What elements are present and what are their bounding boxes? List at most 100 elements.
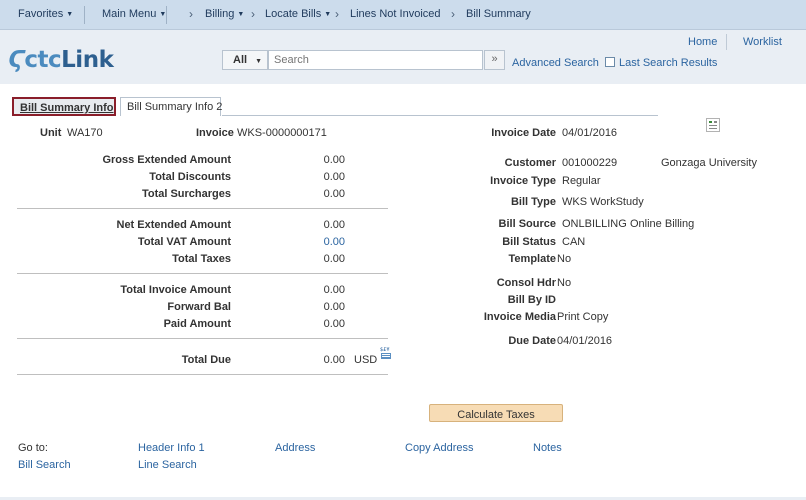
paid-amount-value: 0.00 (323, 318, 345, 330)
calculate-taxes-button[interactable]: Calculate Taxes (429, 404, 563, 422)
header-info-1-link[interactable]: Header Info 1 (138, 442, 205, 454)
tab-underline (222, 115, 658, 116)
breadcrumb-label: Locate Bills (265, 8, 322, 20)
consol-hdr-label: Consol Hdr (496, 277, 556, 289)
bill-type-value: WKS WorkStudy (562, 196, 644, 208)
breadcrumb-label: Billing (205, 8, 235, 20)
search-scope-value: All (233, 54, 248, 66)
breadcrumb-chevron-icon: › (189, 7, 193, 21)
total-discounts-label: Total Discounts (149, 171, 231, 183)
invoice-date-value: 04/01/2016 (562, 127, 618, 139)
breadcrumb-bill-summary[interactable]: Bill Summary (466, 8, 531, 20)
nav-divider (166, 6, 167, 24)
invoice-date-label: Invoice Date (491, 127, 556, 139)
ctclink-logo: ϚctcLink (8, 47, 114, 73)
invoice-type-label: Invoice Type (490, 175, 556, 187)
bill-status-value: CAN (562, 236, 586, 248)
template-label: Template (508, 253, 556, 265)
breadcrumb-chevron-icon: › (451, 7, 455, 21)
top-nav-bar: Favorites ▼ Main Menu ▼ › Billing ▼ › Locat… (0, 0, 806, 30)
customer-id-value: 001000229 (562, 157, 618, 169)
template-value: No (557, 253, 572, 265)
forward-bal-label: Forward Bal (167, 301, 231, 313)
logo-prefix: ctc (24, 47, 62, 73)
logo-swirl-icon: Ϛ (8, 47, 25, 73)
forward-bal-value: 0.00 (323, 301, 345, 313)
total-taxes-value: 0.00 (323, 253, 345, 265)
main-menu[interactable]: Main Menu ▼ (102, 8, 166, 20)
bill-by-id-label: Bill By ID (507, 294, 556, 306)
breadcrumb-locate-bills[interactable]: Locate Bills ▼ (265, 8, 331, 20)
section-divider (17, 374, 388, 375)
total-due-label: Total Due (181, 354, 231, 366)
customer-label: Customer (504, 157, 556, 169)
section-divider (17, 208, 388, 209)
currency-exchange-icon[interactable]: $£¥ (379, 346, 393, 360)
invoice-media-value: Print Copy (557, 311, 609, 323)
bill-source-description: Online Billing (630, 218, 695, 230)
invoice-label: Invoice (196, 127, 234, 139)
total-invoice-amount-value: 0.00 (323, 284, 345, 296)
bill-search-link[interactable]: Bill Search (18, 459, 71, 471)
chevron-down-icon: ▼ (237, 11, 245, 18)
paid-amount-label: Paid Amount (163, 318, 231, 330)
search-scope-select[interactable]: All ▼ (222, 50, 268, 70)
net-extended-amount-label: Net Extended Amount (116, 219, 232, 231)
net-extended-amount-value: 0.00 (323, 219, 345, 231)
customer-name-value: Gonzaga University (661, 157, 757, 169)
notes-link[interactable]: Notes (533, 442, 562, 454)
total-due-value: 0.00 (323, 354, 345, 366)
favorites-label: Favorites (18, 8, 64, 20)
gross-extended-amount-value: 0.00 (323, 154, 345, 166)
invoice-value: WKS-0000000171 (237, 127, 327, 139)
header-divider (726, 34, 727, 50)
chevron-down-icon: ▼ (255, 58, 262, 65)
search-go-button[interactable]: » (484, 50, 505, 70)
breadcrumb-chevron-icon: › (251, 7, 255, 21)
breadcrumb-billing[interactable]: Billing ▼ (205, 8, 244, 20)
chevron-down-icon: ▼ (324, 11, 332, 18)
chevron-down-icon: ▼ (66, 11, 74, 18)
gross-extended-amount-label: Gross Extended Amount (102, 154, 231, 166)
address-link[interactable]: Address (275, 442, 315, 454)
section-divider (17, 273, 388, 274)
total-taxes-label: Total Taxes (172, 253, 231, 265)
total-vat-amount-label: Total VAT Amount (137, 236, 231, 248)
due-date-label: Due Date (508, 335, 556, 347)
main-menu-label: Main Menu (102, 8, 157, 20)
tab-bill-summary-info-2[interactable]: Bill Summary Info 2 (120, 97, 222, 116)
favorites-menu[interactable]: Favorites ▼ (18, 8, 73, 20)
bill-source-value: ONLBILLING (562, 218, 627, 230)
nav-divider (84, 6, 85, 24)
invoice-media-label: Invoice Media (483, 311, 556, 323)
total-surcharges-value: 0.00 (323, 188, 345, 200)
svg-text:$£¥: $£¥ (380, 347, 390, 353)
header-bar: ϚctcLink Home Worklist All ▼ » Advanced S… (0, 30, 806, 84)
bill-type-label: Bill Type (510, 196, 556, 208)
tab-bill-summary-info[interactable]: Bill Summary Info (12, 97, 116, 116)
bill-source-label: Bill Source (498, 218, 556, 230)
advanced-search-link[interactable]: Advanced Search (512, 57, 599, 69)
home-link[interactable]: Home (688, 36, 717, 48)
breadcrumb-chevron-icon: › (335, 7, 339, 21)
total-surcharges-label: Total Surcharges (141, 188, 231, 200)
last-search-results-link[interactable]: Last Search Results (619, 57, 717, 69)
due-date-value: 04/01/2016 (557, 335, 613, 347)
copy-address-link[interactable]: Copy Address (405, 442, 473, 454)
unit-label: Unit (40, 127, 62, 139)
breadcrumb-lines-not-invoiced[interactable]: Lines Not Invoiced (350, 8, 441, 20)
invoice-type-value: Regular (562, 175, 601, 187)
worklist-link[interactable]: Worklist (743, 36, 782, 48)
search-input[interactable] (268, 50, 483, 70)
logo-suffix: Link (61, 47, 114, 73)
section-divider (17, 338, 388, 339)
consol-hdr-value: No (557, 277, 572, 289)
total-vat-amount-link[interactable]: 0.00 (324, 236, 345, 248)
total-invoice-amount-label: Total Invoice Amount (120, 284, 231, 296)
currency-code: USD (354, 354, 378, 366)
line-search-link[interactable]: Line Search (138, 459, 197, 471)
goto-label: Go to: (18, 442, 48, 454)
personalize-grid-icon[interactable] (706, 118, 720, 132)
bill-status-label: Bill Status (502, 236, 556, 248)
unit-value: WA170 (67, 127, 103, 139)
